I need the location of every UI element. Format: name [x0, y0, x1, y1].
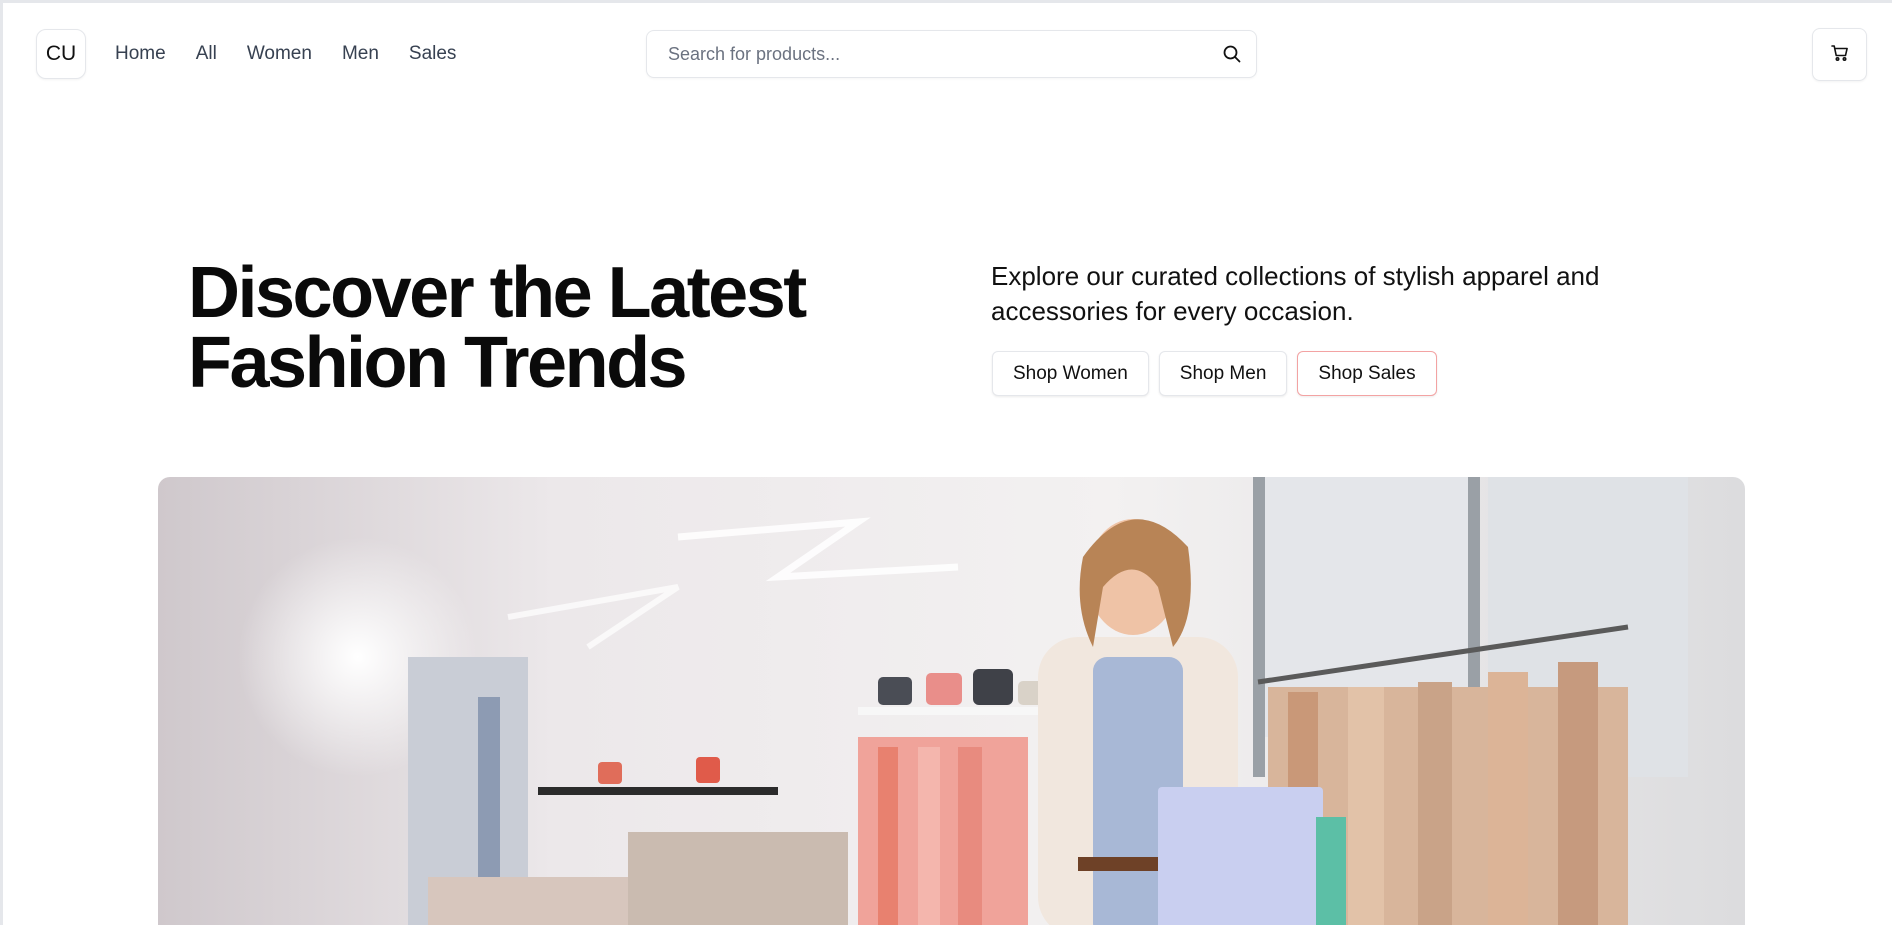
nav-men[interactable]: Men	[342, 41, 379, 67]
shopping-cart-icon	[1830, 43, 1850, 66]
nav-women[interactable]: Women	[247, 41, 312, 67]
site-header: CU Home All Women Men Sales	[3, 3, 1892, 103]
hero-buttons: Shop Women Shop Men Shop Sales	[992, 351, 1437, 396]
page: CU Home All Women Men Sales Search for p…	[0, 0, 1892, 925]
nav-all[interactable]: All	[196, 41, 217, 67]
search-icon[interactable]	[1222, 44, 1242, 64]
cart-button[interactable]	[1812, 28, 1867, 81]
main-nav: Home All Women Men Sales	[115, 41, 486, 67]
hero-title-line-1: Discover the Latest	[188, 253, 807, 333]
hero-image	[158, 477, 1745, 925]
hero-photo-illustration	[158, 477, 1745, 925]
shop-sales-button[interactable]: Shop Sales	[1297, 351, 1437, 396]
hero-title-line-2: Fashion Trends	[188, 323, 688, 403]
shop-women-button[interactable]: Shop Women	[992, 351, 1149, 396]
search-input[interactable]	[647, 31, 1207, 77]
nav-home[interactable]: Home	[115, 41, 166, 67]
logo[interactable]: CU	[36, 29, 86, 79]
nav-sales[interactable]: Sales	[409, 41, 457, 67]
hero-title: Discover the Latest Fashion Trends	[188, 257, 908, 399]
hero-description: Explore our curated collections of styli…	[991, 261, 1600, 326]
search-box	[646, 30, 1257, 78]
shop-men-button[interactable]: Shop Men	[1158, 351, 1288, 396]
